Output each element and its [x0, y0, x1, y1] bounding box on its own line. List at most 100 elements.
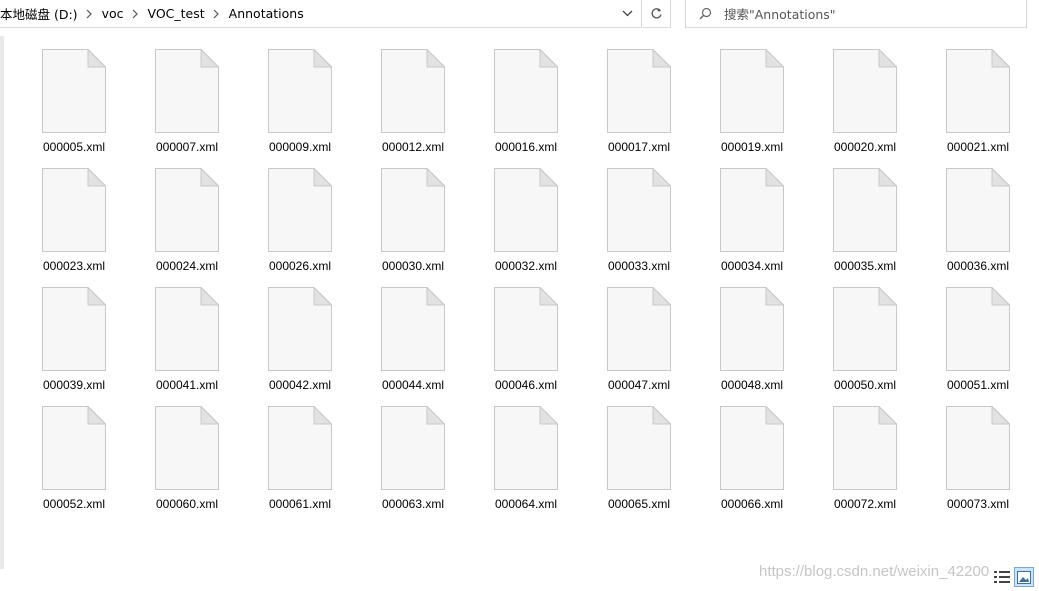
document-icon: [946, 168, 1010, 252]
breadcrumb-item-voc[interactable]: voc: [99, 6, 127, 21]
file-item[interactable]: 000064.xml: [486, 405, 599, 524]
file-item[interactable]: 000007.xml: [147, 48, 260, 167]
file-item[interactable]: 000023.xml: [34, 167, 147, 286]
file-name: 000035.xml: [833, 259, 897, 273]
file-name: 000023.xml: [42, 259, 106, 273]
chevron-down-icon[interactable]: [614, 0, 640, 27]
details-view-button[interactable]: [993, 569, 1011, 585]
document-icon: [42, 406, 106, 490]
chevron-right-icon[interactable]: [127, 0, 145, 27]
watermark: https://blog.csdn.net/weixin_42200: [759, 563, 990, 580]
document-icon: [833, 49, 897, 133]
document-icon: [268, 406, 332, 490]
file-name: 000042.xml: [268, 378, 332, 392]
file-item[interactable]: 000052.xml: [34, 405, 147, 524]
chevron-right-icon[interactable]: [81, 0, 99, 27]
file-item[interactable]: 000012.xml: [373, 48, 486, 167]
search-input[interactable]: 搜索"Annotations": [685, 0, 1027, 28]
document-icon: [720, 287, 784, 371]
address-bar[interactable]: 本地磁盘 (D:) voc VOC_test Annotations: [0, 0, 642, 28]
large-icons-view-button[interactable]: [1014, 567, 1034, 587]
file-name: 000036.xml: [946, 259, 1010, 273]
file-item[interactable]: 000065.xml: [599, 405, 712, 524]
refresh-button[interactable]: [643, 0, 671, 28]
document-icon: [607, 49, 671, 133]
document-icon: [155, 49, 219, 133]
file-name: 000012.xml: [381, 140, 445, 154]
file-item[interactable]: 000050.xml: [825, 286, 938, 405]
document-icon: [381, 168, 445, 252]
details-view-icon: [994, 571, 1010, 583]
file-name: 000019.xml: [720, 140, 784, 154]
file-name: 000020.xml: [833, 140, 897, 154]
document-icon: [494, 49, 558, 133]
file-name: 000030.xml: [381, 259, 445, 273]
document-icon: [607, 287, 671, 371]
document-icon: [268, 287, 332, 371]
file-item[interactable]: 000072.xml: [825, 405, 938, 524]
breadcrumb-item-annotations[interactable]: Annotations: [226, 6, 307, 21]
file-item[interactable]: 000063.xml: [373, 405, 486, 524]
document-icon: [155, 406, 219, 490]
file-name: 000061.xml: [268, 497, 332, 511]
file-item[interactable]: 000005.xml: [34, 48, 147, 167]
search-placeholder: 搜索"Annotations": [724, 7, 836, 22]
file-item[interactable]: 000048.xml: [712, 286, 825, 405]
document-icon: [381, 406, 445, 490]
document-icon: [607, 406, 671, 490]
navigation-pane-edge[interactable]: [0, 36, 4, 569]
file-item[interactable]: 000016.xml: [486, 48, 599, 167]
document-icon: [381, 287, 445, 371]
file-item[interactable]: 000061.xml: [260, 405, 373, 524]
file-item[interactable]: 000032.xml: [486, 167, 599, 286]
chevron-right-icon[interactable]: [208, 0, 226, 27]
document-icon: [494, 406, 558, 490]
document-icon: [833, 406, 897, 490]
file-item[interactable]: 000073.xml: [938, 405, 1039, 524]
file-item[interactable]: 000026.xml: [260, 167, 373, 286]
file-name: 000041.xml: [155, 378, 219, 392]
document-icon: [494, 168, 558, 252]
file-item[interactable]: 000020.xml: [825, 48, 938, 167]
file-item[interactable]: 000041.xml: [147, 286, 260, 405]
file-list: 000005.xml 000007.xml 000009.xml 000012.xml…: [34, 48, 1039, 524]
file-name: 000005.xml: [42, 140, 106, 154]
file-item[interactable]: 000017.xml: [599, 48, 712, 167]
file-item[interactable]: 000030.xml: [373, 167, 486, 286]
file-item[interactable]: 000044.xml: [373, 286, 486, 405]
file-item[interactable]: 000034.xml: [712, 167, 825, 286]
large-icons-view-icon: [1017, 570, 1031, 584]
file-item[interactable]: 000033.xml: [599, 167, 712, 286]
file-item[interactable]: 000060.xml: [147, 405, 260, 524]
file-name: 000024.xml: [155, 259, 219, 273]
document-icon: [268, 168, 332, 252]
file-item[interactable]: 000046.xml: [486, 286, 599, 405]
file-item[interactable]: 000051.xml: [938, 286, 1039, 405]
file-item[interactable]: 000066.xml: [712, 405, 825, 524]
file-item[interactable]: 000019.xml: [712, 48, 825, 167]
document-icon: [607, 168, 671, 252]
file-name: 000044.xml: [381, 378, 445, 392]
document-icon: [42, 287, 106, 371]
file-name: 000017.xml: [607, 140, 671, 154]
file-item[interactable]: 000047.xml: [599, 286, 712, 405]
file-name: 000034.xml: [720, 259, 784, 273]
file-item[interactable]: 000036.xml: [938, 167, 1039, 286]
file-name: 000007.xml: [155, 140, 219, 154]
document-icon: [833, 287, 897, 371]
document-icon: [720, 49, 784, 133]
breadcrumb-item-voc-test[interactable]: VOC_test: [145, 6, 208, 21]
document-icon: [720, 168, 784, 252]
document-icon: [155, 287, 219, 371]
file-item[interactable]: 000042.xml: [260, 286, 373, 405]
file-name: 000073.xml: [946, 497, 1010, 511]
file-name: 000021.xml: [946, 140, 1010, 154]
file-item[interactable]: 000035.xml: [825, 167, 938, 286]
file-item[interactable]: 000024.xml: [147, 167, 260, 286]
file-item[interactable]: 000039.xml: [34, 286, 147, 405]
file-name: 000009.xml: [268, 140, 332, 154]
breadcrumb-item-drive[interactable]: 本地磁盘 (D:): [0, 4, 81, 23]
document-icon: [268, 49, 332, 133]
file-item[interactable]: 000009.xml: [260, 48, 373, 167]
file-item[interactable]: 000021.xml: [938, 48, 1039, 167]
